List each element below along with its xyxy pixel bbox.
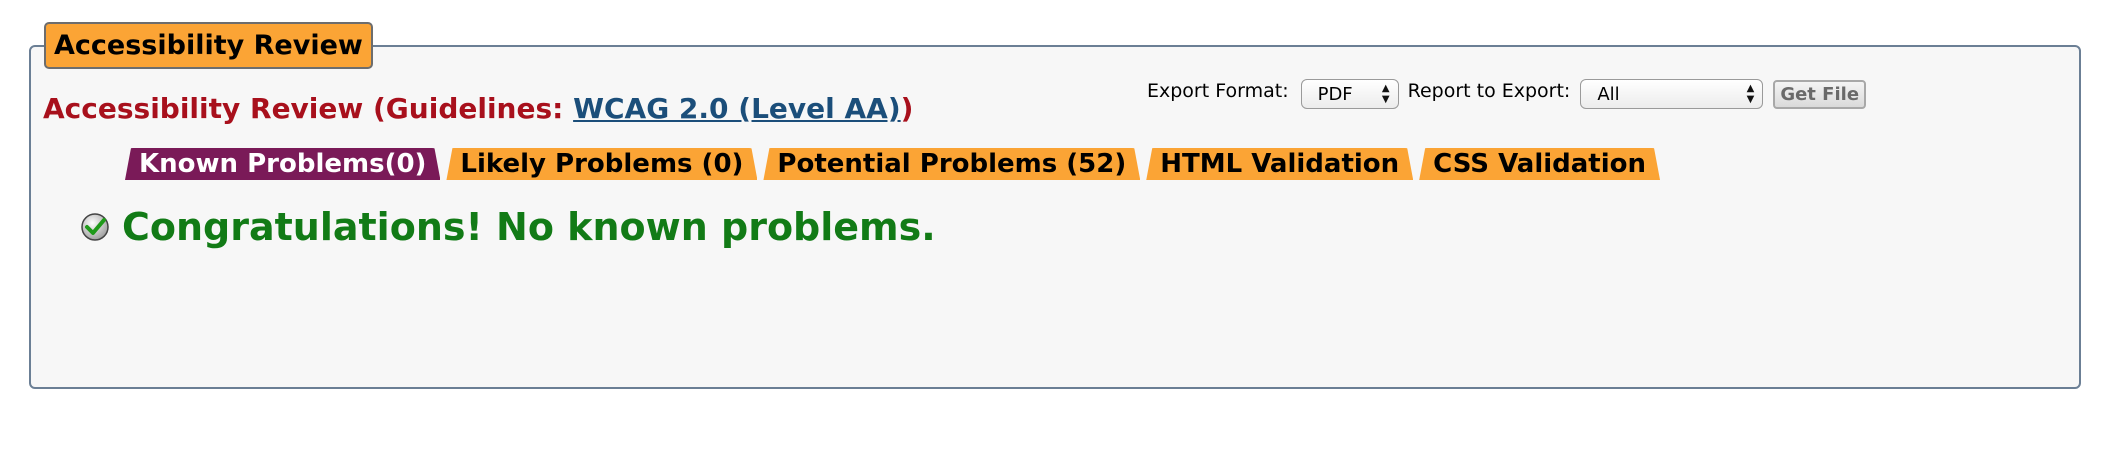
export-format-label: Export Format: [1147, 80, 1289, 102]
check-circle-icon [81, 213, 109, 241]
report-to-export-select[interactable]: All ▲ ▼ [1580, 79, 1764, 109]
export-controls: Export Format: PDF ▲ ▼ Report to Export: … [1147, 78, 1867, 109]
review-title-prefix: Accessibility Review (Guidelines: [43, 92, 574, 125]
export-format-select[interactable]: PDF ▲ ▼ [1300, 79, 1399, 109]
get-file-button[interactable]: Get File [1773, 80, 1867, 109]
updown-arrows-icon: ▲ ▼ [1381, 83, 1390, 105]
success-message-text: Congratulations! No known problems. [122, 205, 936, 249]
report-to-export-label: Report to Export: [1407, 80, 1571, 102]
review-title: Accessibility Review (Guidelines: WCAG 2… [43, 92, 913, 125]
panel-legend: Accessibility Review [44, 22, 373, 69]
tab-known-problems[interactable]: Known Problems(0) [125, 148, 440, 180]
tab-css-validation[interactable]: CSS Validation [1419, 148, 1660, 180]
tab-likely-problems[interactable]: Likely Problems (0) [446, 148, 757, 180]
tab-html-validation[interactable]: HTML Validation [1146, 148, 1413, 180]
success-message: Congratulations! No known problems. [80, 205, 936, 249]
review-title-suffix: ) [900, 92, 914, 125]
export-format-value: PDF [1317, 84, 1353, 105]
guidelines-link[interactable]: WCAG 2.0 (Level AA) [573, 92, 901, 125]
report-to-export-value: All [1597, 84, 1620, 105]
problem-tabs: Known Problems(0) Likely Problems (0) Po… [125, 148, 1666, 180]
tab-potential-problems[interactable]: Potential Problems (52) [763, 148, 1140, 180]
updown-arrows-icon: ▲ ▼ [1746, 83, 1755, 105]
